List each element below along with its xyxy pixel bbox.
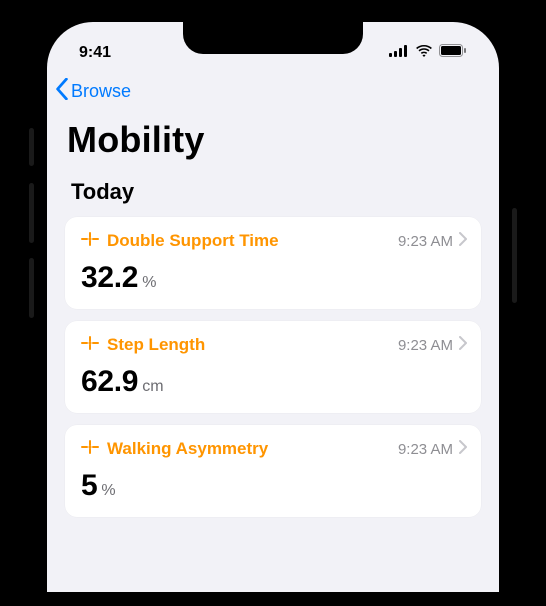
card-value: 32.2 [81,261,138,295]
card-meta: 9:23 AM [398,440,467,458]
cellular-icon [389,44,409,62]
card-unit: cm [142,378,163,396]
mute-switch [29,128,34,166]
card-label: Step Length [107,335,205,355]
card-value-row: 62.9 cm [81,355,467,399]
card-time: 9:23 AM [398,441,453,458]
card-meta: 9:23 AM [398,336,467,354]
card-header: Step Length 9:23 AM [81,335,467,355]
screen: 9:41 Browse Mobility To [47,22,499,592]
battery-icon [439,44,467,62]
card-time: 9:23 AM [398,337,453,354]
back-label: Browse [71,81,131,102]
mobility-icon [81,335,99,355]
card-unit: % [101,482,115,500]
card-list: Double Support Time 9:23 AM 32.2 % [47,217,499,517]
phone-frame: 9:41 Browse Mobility To [33,8,513,606]
notch [183,22,363,54]
clock: 9:41 [79,44,111,62]
card-title-row: Double Support Time [81,231,279,251]
chevron-right-icon [459,336,467,354]
back-button[interactable]: Browse [55,78,131,105]
card-step-length[interactable]: Step Length 9:23 AM 62.9 cm [65,321,481,413]
status-icons [389,44,467,62]
page-title: Mobility [47,113,499,175]
card-time: 9:23 AM [398,233,453,250]
card-label: Walking Asymmetry [107,439,268,459]
card-title-row: Walking Asymmetry [81,439,268,459]
card-walking-asymmetry[interactable]: Walking Asymmetry 9:23 AM 5 % [65,425,481,517]
card-label: Double Support Time [107,231,279,251]
card-value-row: 5 % [81,459,467,503]
chevron-right-icon [459,232,467,250]
power-button [512,208,517,303]
card-header: Double Support Time 9:23 AM [81,231,467,251]
card-title-row: Step Length [81,335,205,355]
chevron-left-icon [55,78,69,105]
volume-down-button [29,258,34,318]
card-value-row: 32.2 % [81,251,467,295]
card-double-support-time[interactable]: Double Support Time 9:23 AM 32.2 % [65,217,481,309]
mobility-icon [81,439,99,459]
section-label: Today [47,175,499,217]
wifi-icon [415,44,433,62]
card-meta: 9:23 AM [398,232,467,250]
card-unit: % [142,274,156,292]
nav-bar: Browse [47,70,499,113]
card-value: 5 [81,469,97,503]
mobility-icon [81,231,99,251]
card-value: 62.9 [81,365,138,399]
card-header: Walking Asymmetry 9:23 AM [81,439,467,459]
volume-up-button [29,183,34,243]
chevron-right-icon [459,440,467,458]
